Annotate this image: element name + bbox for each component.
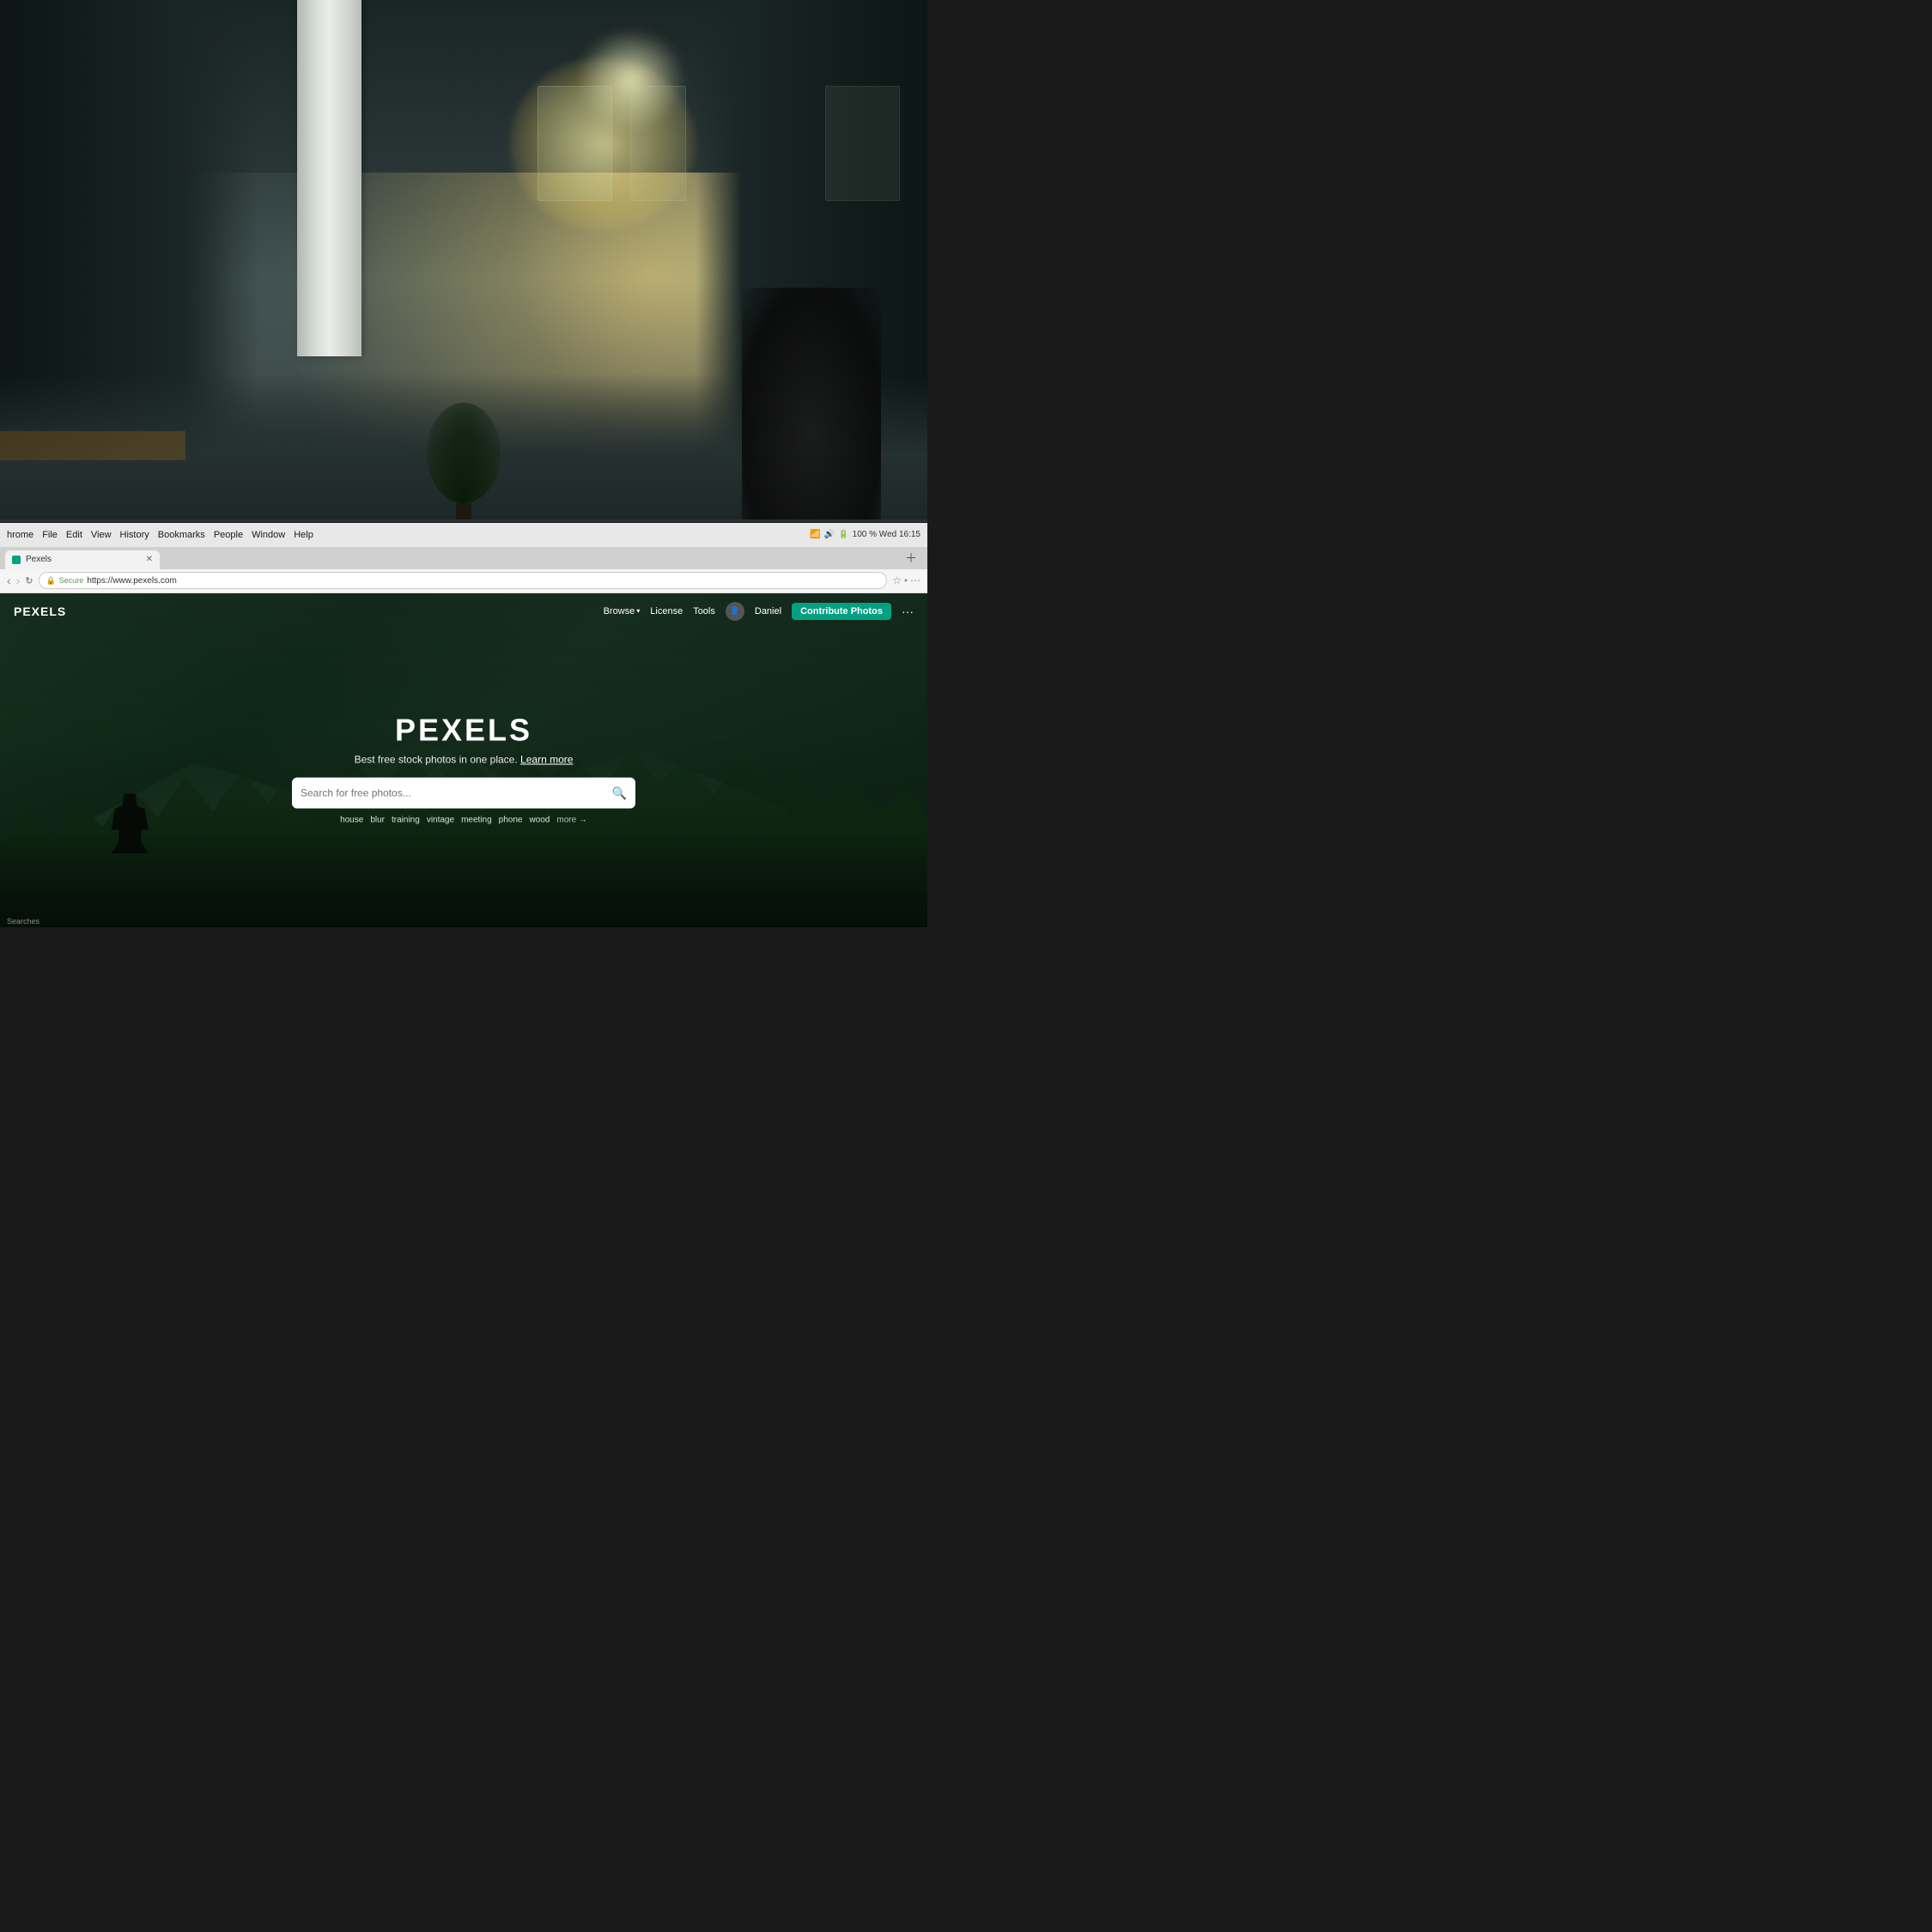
tags-more-link[interactable]: more → bbox=[556, 816, 587, 825]
menu-help[interactable]: Help bbox=[294, 530, 313, 540]
extensions-icon[interactable]: ⬩ bbox=[904, 575, 908, 586]
license-link[interactable]: License bbox=[650, 606, 683, 617]
tag-vintage[interactable]: vintage bbox=[427, 816, 454, 825]
pexels-subtitle: Best free stock photos in one place. Lea… bbox=[93, 754, 835, 766]
tab-favicon bbox=[12, 556, 21, 564]
screen: hrome File Edit View History Bookmarks P… bbox=[0, 523, 927, 927]
browse-label: Browse bbox=[604, 606, 635, 617]
search-button[interactable]: 🔍 bbox=[612, 786, 627, 800]
menu-history[interactable]: History bbox=[120, 530, 149, 540]
user-avatar[interactable]: 👤 bbox=[726, 602, 744, 621]
menu-chrome[interactable]: hrome bbox=[7, 530, 33, 540]
contribute-photos-button[interactable]: Contribute Photos bbox=[792, 603, 891, 620]
search-tags: house blur training vintage meeting phon… bbox=[93, 816, 835, 825]
url-text: https://www.pexels.com bbox=[87, 576, 176, 586]
tag-blur[interactable]: blur bbox=[370, 816, 385, 825]
tag-wood[interactable]: wood bbox=[529, 816, 550, 825]
menu-window[interactable]: Window bbox=[252, 530, 285, 540]
battery-icon: 🔋 bbox=[838, 530, 848, 539]
refresh-button[interactable]: ↻ bbox=[25, 575, 33, 586]
lock-icon: 🔒 bbox=[46, 576, 56, 586]
address-bar: ‹ › ↻ 🔒 Secure https://www.pexels.com ☆ … bbox=[0, 569, 927, 593]
browse-menu[interactable]: Browse ▾ bbox=[604, 606, 641, 617]
wifi-icon: 📶 bbox=[810, 530, 820, 539]
pexels-website: PEXELS Browse ▾ License Tools 👤 Daniel C… bbox=[0, 593, 927, 927]
menu-view[interactable]: View bbox=[91, 530, 112, 540]
chrome-menubar: hrome File Edit View History Bookmarks P… bbox=[0, 523, 927, 547]
clock-display: 100 % Wed 16:15 bbox=[853, 530, 920, 539]
pexels-logo: PEXELS bbox=[14, 605, 66, 618]
tab-bar: Pexels ✕ ＋ bbox=[0, 547, 927, 569]
tools-link[interactable]: Tools bbox=[693, 606, 715, 617]
bottom-searches-label: Searches bbox=[7, 917, 39, 926]
tag-phone[interactable]: phone bbox=[499, 816, 523, 825]
back-button[interactable]: ‹ bbox=[7, 574, 11, 587]
more-options-icon[interactable]: ⋯ bbox=[910, 574, 920, 586]
tag-house[interactable]: house bbox=[340, 816, 363, 825]
pexels-navbar: PEXELS Browse ▾ License Tools 👤 Daniel C… bbox=[0, 593, 927, 629]
address-bar-actions: ☆ ⬩ ⋯ bbox=[892, 574, 920, 586]
browse-chevron-icon: ▾ bbox=[636, 607, 640, 615]
volume-icon: 🔊 bbox=[824, 530, 835, 539]
tag-meeting[interactable]: meeting bbox=[461, 816, 492, 825]
tag-training[interactable]: training bbox=[392, 816, 420, 825]
hero-content: PEXELS Best free stock photos in one pla… bbox=[93, 713, 835, 825]
search-bar[interactable]: 🔍 bbox=[292, 778, 635, 809]
chrome-system-icons: 📶 🔊 🔋 100 % Wed 16:15 bbox=[810, 530, 920, 539]
url-field[interactable]: 🔒 Secure https://www.pexels.com bbox=[39, 572, 888, 589]
pexels-title: PEXELS bbox=[93, 713, 835, 749]
search-input[interactable] bbox=[301, 787, 605, 799]
active-tab[interactable]: Pexels ✕ bbox=[5, 550, 160, 569]
menu-people[interactable]: People bbox=[214, 530, 243, 540]
menu-file[interactable]: File bbox=[42, 530, 58, 540]
user-name[interactable]: Daniel bbox=[755, 606, 781, 617]
tab-close-button[interactable]: ✕ bbox=[146, 555, 153, 564]
menu-bookmarks[interactable]: Bookmarks bbox=[158, 530, 205, 540]
learn-more-link[interactable]: Learn more bbox=[520, 754, 573, 766]
secure-label: Secure bbox=[59, 576, 84, 585]
nav-more-button[interactable]: ··· bbox=[902, 605, 914, 618]
forward-button[interactable]: › bbox=[16, 574, 21, 587]
menu-edit[interactable]: Edit bbox=[66, 530, 82, 540]
bookmark-icon[interactable]: ☆ bbox=[892, 574, 902, 586]
chrome-menu: hrome File Edit View History Bookmarks P… bbox=[7, 530, 313, 540]
new-tab-button[interactable]: ＋ bbox=[900, 550, 922, 567]
tab-title: Pexels bbox=[26, 555, 52, 564]
